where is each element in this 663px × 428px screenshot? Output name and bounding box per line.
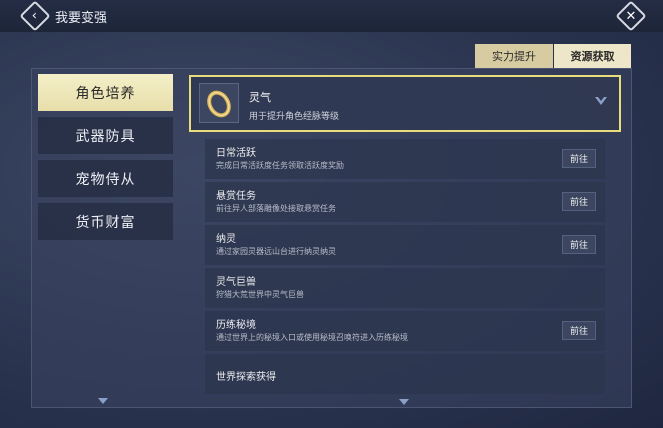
- source-description: 完成日常活跃度任务领取活跃度奖励: [216, 161, 344, 170]
- sidebar: 角色培养 武器防具 宠物侍从 货币财富: [31, 68, 179, 408]
- ring-item-icon: [199, 83, 239, 123]
- source-description: 前往异人部落雕像处接取悬赏任务: [216, 204, 336, 213]
- source-title: 历练秘境: [216, 320, 256, 331]
- tab-strength-up[interactable]: 实力提升: [475, 44, 553, 68]
- resource-description: 用于提升角色经脉等级: [249, 112, 340, 122]
- go-button[interactable]: 前往: [562, 149, 596, 168]
- source-row-secret-realm: 历练秘境 通过世界上的秘境入口或使用秘境召唤符进入历练秘境 前往: [205, 311, 605, 351]
- source-title: 悬赏任务: [216, 191, 256, 202]
- source-title: 灵气巨兽: [216, 277, 256, 288]
- source-row-naling: 纳灵 通过家园灵器远山台进行纳灵纳灵 前往: [205, 225, 605, 265]
- page-title: 我要变强: [55, 11, 108, 26]
- top-bar: ‹ 我要变强 ✕: [0, 0, 663, 32]
- source-description: 通过世界上的秘境入口或使用秘境召唤符进入历练秘境: [216, 333, 408, 342]
- sidebar-item-currency[interactable]: 货币财富: [38, 203, 173, 240]
- list-scroll-down-icon[interactable]: [399, 399, 409, 405]
- source-row-beast: 灵气巨兽 狩猎大荒世界中灵气巨兽: [205, 268, 605, 308]
- source-row-daily: 日常活跃 完成日常活跃度任务领取活跃度奖励 前往: [205, 139, 605, 179]
- source-row-bounty: 悬赏任务 前往异人部落雕像处接取悬赏任务 前往: [205, 182, 605, 222]
- source-title: 世界探索获得: [216, 372, 276, 383]
- source-description: 狩猎大荒世界中灵气巨兽: [216, 290, 304, 299]
- go-button[interactable]: 前往: [562, 321, 596, 340]
- resource-card[interactable]: 灵气 用于提升角色经脉等级: [189, 75, 621, 132]
- close-icon: ✕: [625, 8, 637, 24]
- go-button[interactable]: 前往: [562, 192, 596, 211]
- go-button[interactable]: 前往: [562, 235, 596, 254]
- sidebar-item-pets[interactable]: 宠物侍从: [38, 160, 173, 197]
- sidebar-item-weapons[interactable]: 武器防具: [38, 117, 173, 154]
- tab-resource-acquire[interactable]: 资源获取: [554, 44, 631, 68]
- back-arrow-icon: ‹: [32, 8, 38, 24]
- back-button[interactable]: ‹: [19, 0, 51, 32]
- sidebar-scroll-down-icon[interactable]: [98, 398, 108, 404]
- chevron-down-icon[interactable]: [595, 95, 607, 107]
- source-description: 通过家园灵器远山台进行纳灵纳灵: [216, 247, 336, 256]
- source-title: 纳灵: [216, 234, 236, 245]
- resource-name: 灵气: [249, 91, 271, 104]
- source-title: 日常活跃: [216, 148, 256, 159]
- source-row-world-explore: 世界探索获得: [205, 354, 605, 394]
- sidebar-item-character[interactable]: 角色培养: [38, 74, 173, 111]
- close-button[interactable]: ✕: [615, 0, 647, 32]
